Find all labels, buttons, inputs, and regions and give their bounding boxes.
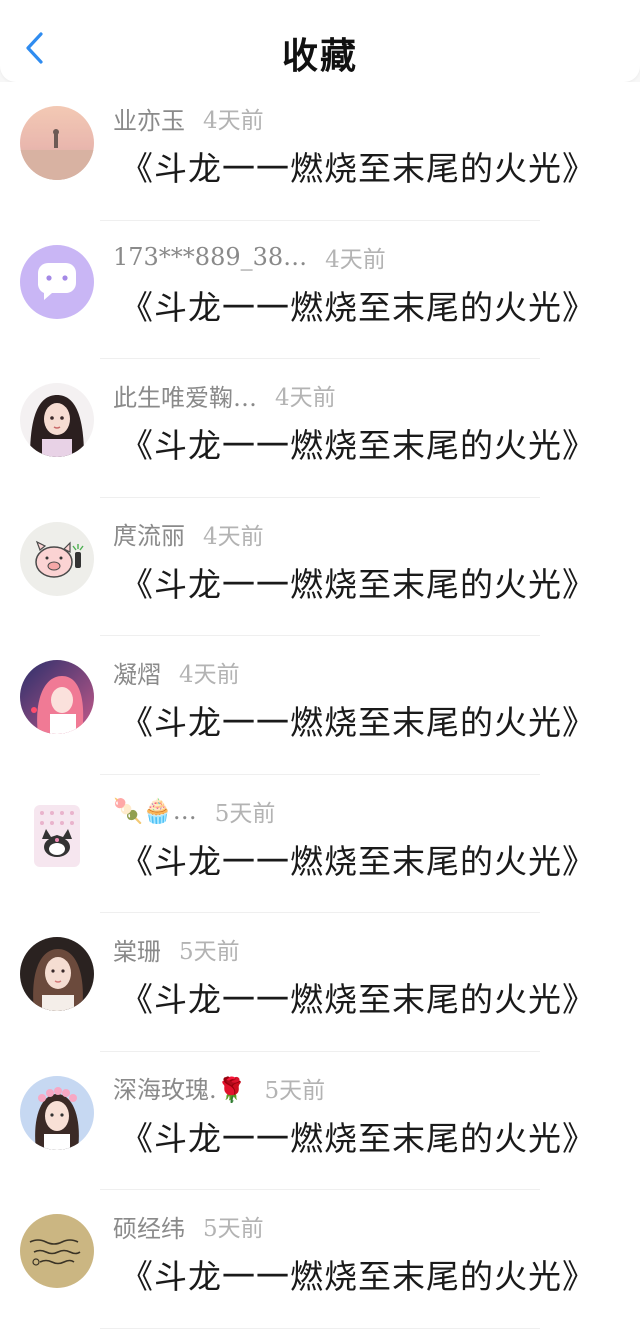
user-avatar[interactable] [20, 798, 94, 873]
book-title[interactable]: 《斗龙一一燃烧至末尾的火光》 [120, 696, 596, 744]
timestamp: 4天前 [203, 523, 264, 550]
list-item[interactable]: 🍡🧁… 5天前 《斗龙一一燃烧至末尾的火光》 [0, 775, 640, 913]
timestamp: 5天前 [179, 939, 240, 965]
list-item[interactable]: 此生唯爱鞠… 4天前 《斗龙一一燃烧至末尾的火光》 [0, 359, 640, 498]
anime-pink-hair-avatar [20, 660, 94, 734]
username[interactable]: 庹流丽 [113, 516, 185, 551]
username[interactable]: 凝熠 [113, 655, 161, 690]
timestamp: 5天前 [214, 800, 276, 827]
book-title[interactable]: 《斗龙一一燃烧至末尾的火光》 [120, 281, 596, 329]
list-item[interactable]: 业亦玉 4天前 《斗龙一一燃烧至末尾的火光》 [0, 82, 640, 221]
item-meta: 凝熠 4天前 [113, 655, 240, 690]
item-meta: 173***889_38… 4天前 [113, 241, 386, 273]
user-avatar[interactable] [20, 660, 94, 734]
list-item[interactable]: 棠珊 5天前 《斗龙一一燃烧至末尾的火光》 [0, 913, 640, 1052]
book-title[interactable]: 《斗龙一一燃烧至末尾的火光》 [120, 419, 596, 467]
timestamp: 4天前 [179, 662, 240, 688]
favorites-page: 收藏 业亦玉 4天前 《斗龙一一燃烧至末尾的火光》 173***889_38… … [0, 0, 640, 1340]
page-title: 收藏 [281, 35, 358, 77]
top-nav-bar: 收藏 [0, 0, 640, 82]
item-meta: 庹流丽 4天前 [113, 518, 264, 550]
user-avatar[interactable] [20, 937, 94, 1011]
default-chat-avatar [20, 244, 94, 319]
item-meta: 此生唯爱鞠… 4天前 [113, 378, 336, 413]
list-item[interactable]: 庹流丽 4天前 《斗龙一一燃烧至末尾的火光》 [0, 498, 640, 636]
timestamp: 5天前 [203, 1216, 264, 1242]
book-title[interactable]: 《斗龙一一燃烧至末尾的火光》 [120, 558, 596, 606]
item-meta: 硕经纬 5天前 [113, 1209, 264, 1244]
item-meta: 棠珊 5天前 [113, 932, 240, 967]
girl-photo-avatar [20, 937, 94, 1011]
user-avatar[interactable] [20, 244, 94, 319]
list-item[interactable]: 深海玫瑰.🌹 5天前 《斗龙一一燃烧至末尾的火光》 [0, 1052, 640, 1190]
user-avatar[interactable] [20, 1075, 94, 1150]
timestamp: 5天前 [264, 1077, 326, 1104]
anime-girl-avatar [20, 383, 94, 457]
divider [100, 1327, 540, 1329]
book-title[interactable]: 《斗龙一一燃烧至末尾的火光》 [120, 1112, 596, 1160]
flower-crown-girl-avatar [20, 1075, 94, 1150]
user-avatar[interactable] [20, 383, 94, 457]
book-title[interactable]: 《斗龙一一燃烧至末尾的火光》 [120, 1250, 596, 1298]
user-avatar[interactable] [20, 1214, 94, 1288]
cartoon-pig-avatar [20, 521, 94, 596]
book-title[interactable]: 《斗龙一一燃烧至末尾的火光》 [120, 142, 596, 190]
timestamp: 4天前 [275, 385, 336, 411]
item-meta: 业亦玉 4天前 [113, 101, 264, 136]
handwritten-note-avatar [20, 1214, 94, 1288]
username[interactable]: 业亦玉 [113, 101, 185, 136]
username[interactable]: 此生唯爱鞠… [113, 378, 257, 413]
book-title[interactable]: 《斗龙一一燃烧至末尾的火光》 [120, 835, 596, 883]
user-avatar[interactable] [20, 521, 94, 596]
username[interactable]: 深海玫瑰.🌹 [113, 1070, 247, 1105]
username[interactable]: 棠珊 [113, 932, 161, 967]
username[interactable]: 🍡🧁… [113, 797, 197, 825]
favorites-list: 业亦玉 4天前 《斗龙一一燃烧至末尾的火光》 173***889_38… 4天前… [0, 82, 640, 1340]
kuromi-avatar [20, 798, 94, 873]
list-item[interactable]: 凝熠 4天前 《斗龙一一燃烧至末尾的火光》 [0, 636, 640, 775]
item-meta: 深海玫瑰.🌹 5天前 [113, 1072, 325, 1104]
beach-photo-avatar [20, 106, 94, 180]
item-meta: 🍡🧁… 5天前 [113, 795, 275, 827]
username[interactable]: 173***889_38… [113, 243, 307, 271]
timestamp: 4天前 [203, 108, 264, 134]
list-item[interactable]: 硕经纬 5天前 《斗龙一一燃烧至末尾的火光》 [0, 1190, 640, 1329]
timestamp: 4天前 [325, 246, 386, 273]
username[interactable]: 硕经纬 [113, 1209, 185, 1244]
user-avatar[interactable] [20, 106, 94, 180]
book-title[interactable]: 《斗龙一一燃烧至末尾的火光》 [120, 973, 596, 1021]
list-item[interactable]: 173***889_38… 4天前 《斗龙一一燃烧至末尾的火光》 [0, 221, 640, 359]
